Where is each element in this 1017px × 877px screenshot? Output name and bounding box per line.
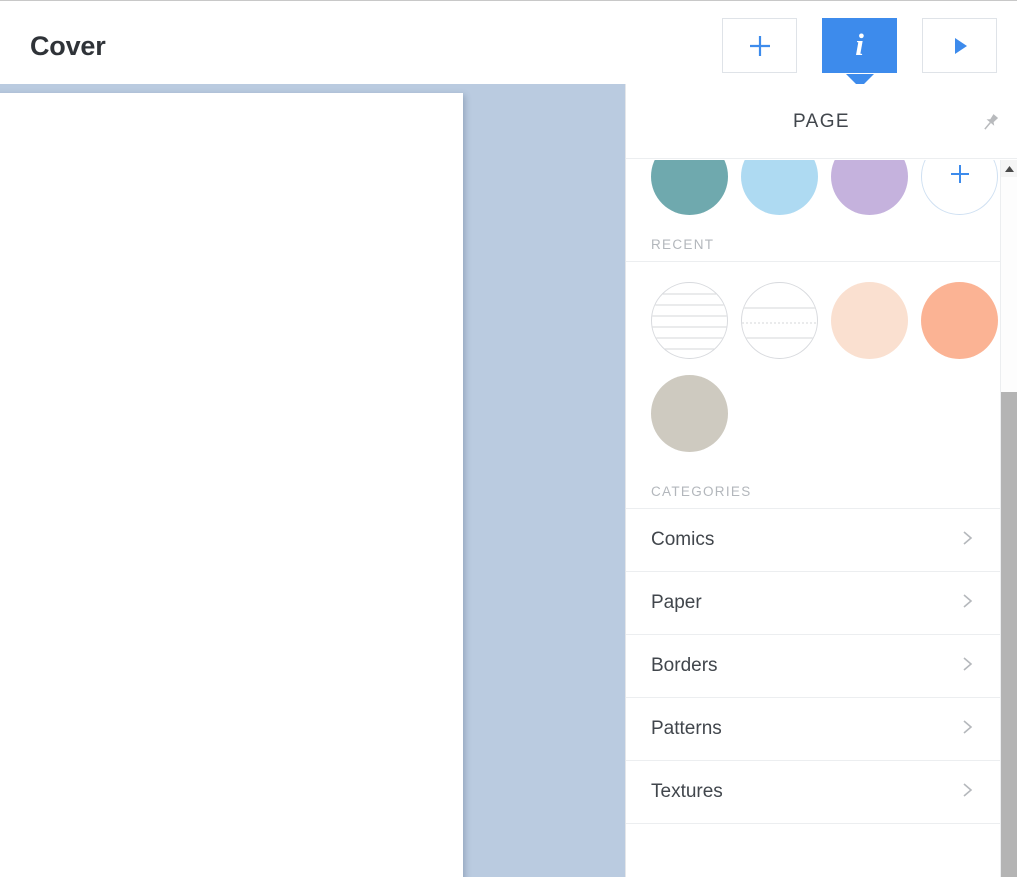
chevron-right-icon: [959, 530, 975, 551]
page-title: Cover: [30, 31, 106, 61]
taupe-swatch[interactable]: [651, 375, 728, 452]
categories-list: Comics Paper Borders Patterns Textures: [626, 509, 1000, 824]
chevron-right-icon: [959, 719, 975, 740]
document-canvas[interactable]: [0, 84, 625, 877]
theme-color-swatch-row: [626, 160, 1000, 215]
app-root: Cover i PAGE RECENT CATEGORIES Comics Pa…: [0, 0, 1017, 877]
handwriting-lines-swatch[interactable]: [741, 282, 818, 359]
app-header: Cover i: [0, 1, 1017, 90]
recent-swatch-block: [626, 262, 1000, 462]
recent-section-label: RECENT: [626, 215, 1000, 262]
chevron-right-icon: [959, 656, 975, 677]
pushpin-icon[interactable]: [975, 108, 1005, 138]
caret-up-icon: [1004, 160, 1015, 178]
recent-swatch-row-1: [626, 282, 1000, 359]
scrollbar-up-button[interactable]: [1001, 160, 1017, 177]
light-peach-swatch[interactable]: [831, 282, 908, 359]
info-button[interactable]: i: [822, 18, 897, 73]
category-item-textures[interactable]: Textures: [626, 761, 1000, 824]
category-label: Paper: [651, 592, 702, 613]
teal-swatch[interactable]: [651, 160, 728, 215]
scrollbar-thumb[interactable]: [1001, 392, 1017, 877]
panel-title: PAGE: [793, 111, 850, 132]
chevron-right-icon: [959, 782, 975, 803]
category-item-patterns[interactable]: Patterns: [626, 698, 1000, 761]
category-label: Textures: [651, 781, 723, 802]
category-label: Borders: [651, 655, 718, 676]
light-blue-swatch[interactable]: [741, 160, 818, 215]
chevron-right-icon: [959, 593, 975, 614]
category-label: Comics: [651, 529, 715, 550]
plus-icon: [747, 33, 773, 59]
info-icon: i: [855, 27, 864, 62]
panel-scrollbar[interactable]: [1000, 160, 1017, 877]
categories-section-label: CATEGORIES: [626, 462, 1000, 509]
orange-swatch[interactable]: [921, 282, 998, 359]
category-item-borders[interactable]: Borders: [626, 635, 1000, 698]
category-item-paper[interactable]: Paper: [626, 572, 1000, 635]
panel-header: PAGE: [626, 84, 1017, 159]
page-properties-panel: PAGE RECENT CATEGORIES Comics Paper Bord…: [625, 84, 1017, 877]
purple-swatch[interactable]: [831, 160, 908, 215]
page-sheet[interactable]: [0, 93, 463, 877]
panel-scroll-body[interactable]: RECENT CATEGORIES Comics Paper Borders P…: [626, 160, 1000, 877]
category-item-comics[interactable]: Comics: [626, 509, 1000, 572]
play-button[interactable]: [922, 18, 997, 73]
scrollbar-track[interactable]: [1001, 177, 1017, 877]
ruled-lines-swatch[interactable]: [651, 282, 728, 359]
plus-icon: [948, 162, 972, 191]
category-label: Patterns: [651, 718, 722, 739]
play-icon: [949, 35, 971, 57]
header-button-group: i: [722, 18, 997, 73]
add-color-swatch-button[interactable]: [921, 160, 998, 215]
recent-swatch-row-2: [626, 375, 1000, 452]
add-button[interactable]: [722, 18, 797, 73]
